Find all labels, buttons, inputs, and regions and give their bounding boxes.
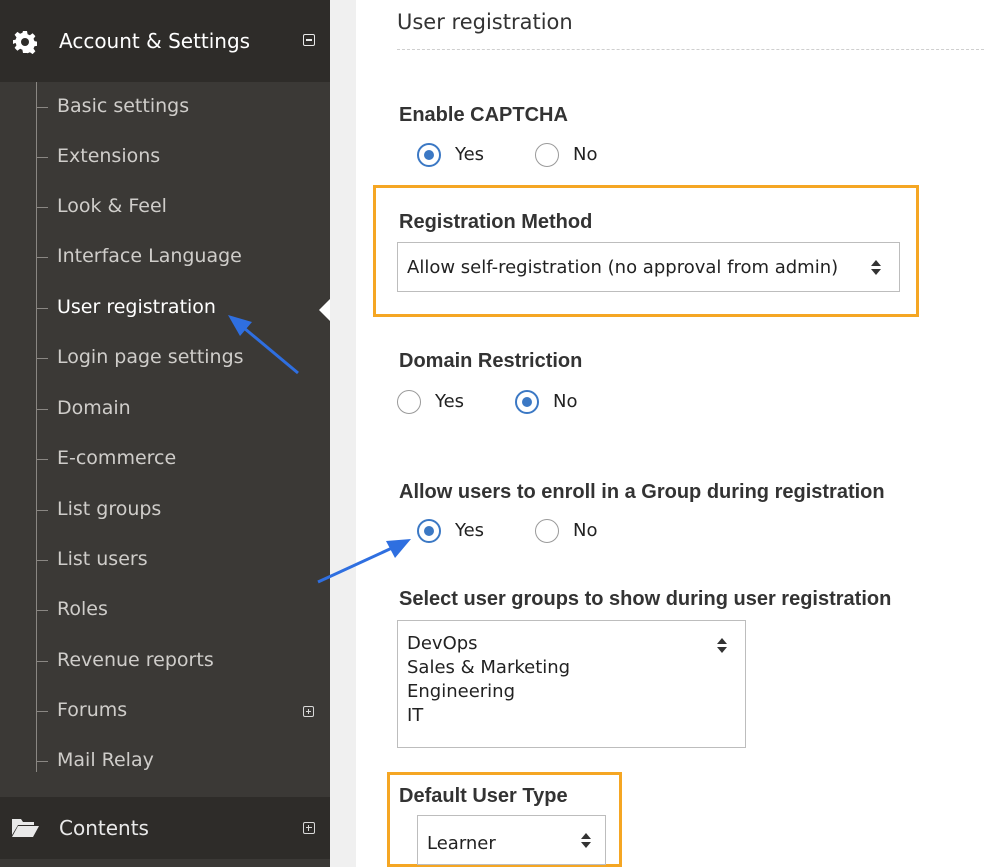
domain-restriction-label: Domain Restriction — [399, 350, 583, 372]
radio-circle — [417, 143, 441, 167]
active-item-pointer — [319, 299, 330, 321]
expand-icon[interactable] — [303, 822, 315, 834]
sidebar-item-label: Look & Feel — [57, 195, 167, 217]
registration-method-label: Registration Method — [399, 211, 593, 233]
folder-icon — [12, 819, 39, 837]
radio-label: No — [573, 520, 598, 541]
sidebar-item-domain[interactable]: Domain — [36, 384, 330, 434]
sidebar-item-look-feel[interactable]: Look & Feel — [36, 182, 330, 232]
collapse-icon[interactable] — [303, 34, 315, 46]
select-value: Learner — [427, 833, 496, 854]
group-enroll-yes-radio[interactable]: Yes — [417, 517, 497, 545]
radio-circle — [417, 519, 441, 543]
gear-icon — [13, 31, 37, 54]
radio-label: Yes — [435, 391, 465, 412]
sidebar: Account & Settings Basic settings Extens… — [0, 0, 330, 867]
sidebar-item-label: E-commerce — [57, 447, 177, 469]
sidebar-item-label: Forums — [57, 699, 128, 721]
group-enroll-no-radio[interactable]: No — [535, 517, 615, 545]
main-content: User registration Enable CAPTCHA Yes No … — [356, 0, 984, 867]
listbox-updown-icon[interactable] — [717, 638, 727, 654]
list-option[interactable]: IT — [407, 704, 423, 728]
captcha-yes-radio[interactable]: Yes — [417, 141, 497, 169]
list-option[interactable]: DevOps — [407, 632, 478, 656]
sidebar-item-label: Login page settings — [57, 346, 244, 368]
radio-circle — [515, 390, 539, 414]
sidebar-item-label: Extensions — [57, 145, 161, 167]
sidebar-item-label: List users — [57, 548, 148, 570]
sidebar-item-list-users[interactable]: List users — [36, 535, 330, 585]
sidebar-item-forums[interactable]: Forums — [36, 686, 330, 736]
domain-restriction-yes-radio[interactable]: Yes — [397, 388, 477, 416]
radio-circle — [535, 519, 559, 543]
sidebar-item-revenue-reports[interactable]: Revenue reports — [36, 636, 330, 686]
radio-label: No — [553, 391, 578, 412]
default-user-type-label: Default User Type — [399, 785, 568, 807]
sidebar-item-label: Mail Relay — [57, 749, 154, 771]
sidebar-item-label: Roles — [57, 598, 108, 620]
domain-restriction-no-radio[interactable]: No — [515, 388, 595, 416]
sidebar-item-label: Domain — [57, 397, 131, 419]
radio-circle — [397, 390, 421, 414]
sidebar-item-extensions[interactable]: Extensions — [36, 132, 330, 182]
user-groups-label: Select user groups to show during user r… — [399, 588, 892, 610]
user-groups-listbox[interactable]: DevOps Sales & Marketing Engineering IT — [397, 620, 746, 748]
contents-title: Contents — [59, 816, 149, 840]
contents-header[interactable]: Contents — [0, 797, 330, 859]
sidebar-item-e-commerce[interactable]: E-commerce — [36, 434, 330, 484]
group-enroll-label: Allow users to enroll in a Group during … — [399, 481, 885, 503]
sidebar-item-label: Interface Language — [57, 245, 242, 267]
radio-circle — [535, 143, 559, 167]
sidebar-item-basic-settings[interactable]: Basic settings — [36, 82, 330, 132]
list-option[interactable]: Engineering — [407, 680, 515, 704]
radio-label: No — [573, 144, 598, 165]
sidebar-item-mail-relay[interactable]: Mail Relay — [36, 736, 330, 786]
list-option[interactable]: Sales & Marketing — [407, 656, 570, 680]
sidebar-item-user-registration[interactable]: User registration — [36, 283, 330, 333]
radio-label: Yes — [455, 520, 485, 541]
sidebar-item-label: User registration — [57, 296, 216, 318]
sidebar-item-interface-language[interactable]: Interface Language — [36, 232, 330, 282]
title-divider — [397, 49, 984, 50]
section-title: Account & Settings — [59, 29, 251, 53]
captcha-label: Enable CAPTCHA — [399, 104, 568, 126]
sidebar-item-label: Basic settings — [57, 95, 190, 117]
expand-icon[interactable] — [303, 706, 314, 717]
default-user-type-select[interactable]: Learner — [417, 815, 606, 865]
sidebar-item-label: Revenue reports — [57, 649, 214, 671]
select-updown-icon — [871, 260, 881, 276]
account-settings-header[interactable]: Account & Settings — [0, 0, 330, 82]
select-value: Allow self-registration (no approval fro… — [407, 257, 839, 278]
radio-label: Yes — [455, 144, 485, 165]
sidebar-item-login-page-settings[interactable]: Login page settings — [36, 333, 330, 383]
select-updown-icon — [581, 833, 591, 849]
sidebar-item-list-groups[interactable]: List groups — [36, 485, 330, 535]
sidebar-gutter — [330, 0, 356, 867]
sidebar-item-roles[interactable]: Roles — [36, 585, 330, 635]
registration-method-select[interactable]: Allow self-registration (no approval fro… — [397, 242, 900, 292]
sidebar-item-label: List groups — [57, 498, 162, 520]
page-title: User registration — [397, 10, 573, 34]
captcha-no-radio[interactable]: No — [535, 141, 615, 169]
